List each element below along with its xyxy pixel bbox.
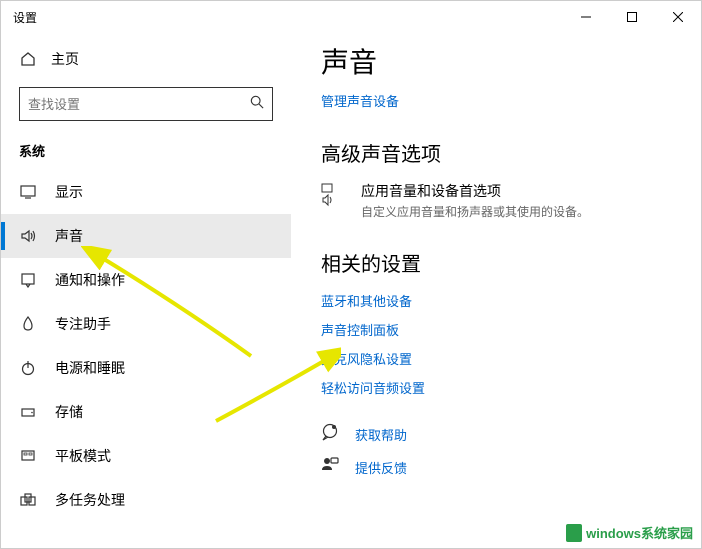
help-link: 获取帮助 <box>355 425 407 444</box>
nav-storage[interactable]: 存储 <box>1 390 291 434</box>
nav-sound[interactable]: 声音 <box>1 214 291 258</box>
tablet-icon <box>19 448 37 464</box>
related-sound-panel-link[interactable]: 声音控制面板 <box>321 320 671 339</box>
multitask-icon <box>19 492 37 508</box>
close-button[interactable] <box>655 1 701 33</box>
search-input[interactable] <box>19 87 273 121</box>
feedback-link: 提供反馈 <box>355 458 407 477</box>
notifications-icon <box>19 272 37 288</box>
help-icon <box>321 423 341 446</box>
sound-icon <box>19 228 37 244</box>
home-icon <box>19 51 37 67</box>
advanced-section-header: 高级声音选项 <box>321 138 671 167</box>
related-ease-audio-link[interactable]: 轻松访问音频设置 <box>321 378 671 397</box>
search-field[interactable] <box>28 97 250 112</box>
titlebar: 设置 <box>1 1 701 33</box>
manage-devices-link[interactable]: 管理声音设备 <box>321 91 671 110</box>
home-button[interactable]: 主页 <box>1 41 291 77</box>
nav-label: 平板模式 <box>55 446 111 466</box>
app-volume-icon <box>321 181 347 212</box>
main-content: 声音 管理声音设备 高级声音选项 应用音量和设备首选项 自定义应用音量和扬声器或… <box>291 33 701 548</box>
power-icon <box>19 360 37 376</box>
app-volume-desc: 自定义应用音量和扬声器或其使用的设备。 <box>361 203 589 220</box>
nav-label: 存储 <box>55 402 83 422</box>
nav-label: 专注助手 <box>55 314 111 334</box>
feedback-row[interactable]: 提供反馈 <box>321 456 671 479</box>
app-volume-title: 应用音量和设备首选项 <box>361 181 589 201</box>
window-title: 设置 <box>13 9 37 26</box>
related-bluetooth-link[interactable]: 蓝牙和其他设备 <box>321 291 671 310</box>
sidebar: 主页 系统 显示 声音 通知和操作 专注助手 电源和睡眠 <box>1 33 291 548</box>
minimize-button[interactable] <box>563 1 609 33</box>
nav-power[interactable]: 电源和睡眠 <box>1 346 291 390</box>
maximize-button[interactable] <box>609 1 655 33</box>
nav-multitask[interactable]: 多任务处理 <box>1 478 291 522</box>
nav-focus[interactable]: 专注助手 <box>1 302 291 346</box>
nav-display[interactable]: 显示 <box>1 170 291 214</box>
storage-icon <box>19 404 37 420</box>
feedback-icon <box>321 456 341 479</box>
get-help-row[interactable]: 获取帮助 <box>321 423 671 446</box>
nav-label: 电源和睡眠 <box>55 358 125 378</box>
related-section-header: 相关的设置 <box>321 248 671 277</box>
search-icon <box>250 95 264 114</box>
nav-label: 声音 <box>55 226 83 246</box>
display-icon <box>19 184 37 200</box>
watermark: windows系统家园 <box>566 523 693 542</box>
app-volume-option[interactable]: 应用音量和设备首选项 自定义应用音量和扬声器或其使用的设备。 <box>321 181 671 220</box>
focus-icon <box>19 316 37 332</box>
related-mic-privacy-link[interactable]: 麦克风隐私设置 <box>321 349 671 368</box>
nav-label: 通知和操作 <box>55 270 125 290</box>
window-controls <box>563 1 701 33</box>
nav-notifications[interactable]: 通知和操作 <box>1 258 291 302</box>
watermark-logo <box>566 524 582 542</box>
page-title: 声音 <box>321 41 671 81</box>
category-header: 系统 <box>1 135 291 170</box>
nav-label: 显示 <box>55 182 83 202</box>
nav-label: 多任务处理 <box>55 490 125 510</box>
home-label: 主页 <box>51 49 79 69</box>
nav-tablet[interactable]: 平板模式 <box>1 434 291 478</box>
watermark-text: windows系统家园 <box>586 523 693 542</box>
